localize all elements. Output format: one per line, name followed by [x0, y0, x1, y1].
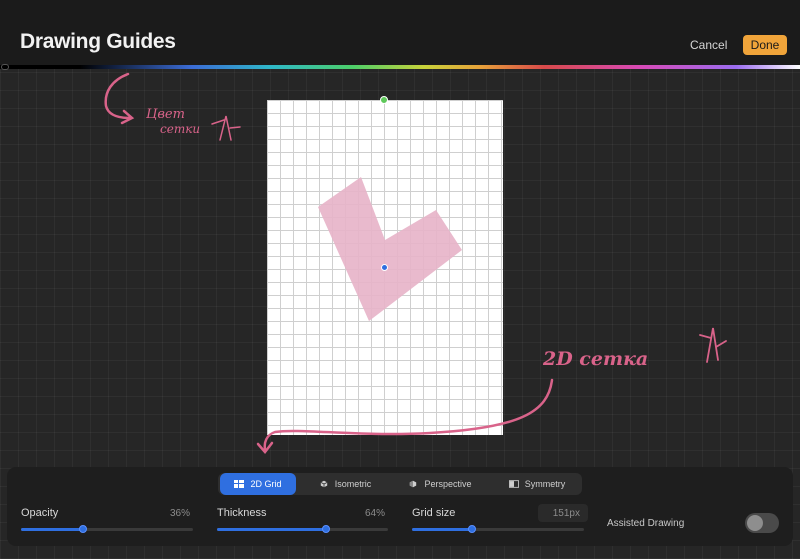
thickness-label: Thickness [217, 507, 267, 519]
tab-isometric[interactable]: Isometric [306, 473, 384, 495]
color-arrow [104, 72, 132, 120]
sparkle-icon [699, 327, 727, 363]
perspective-icon [410, 480, 417, 488]
rotation-handle[interactable] [380, 96, 388, 104]
tab-label: 2D Grid [250, 479, 282, 489]
grid-size-value: 151px [552, 508, 580, 519]
symmetry-icon [508, 480, 519, 488]
thickness-slider[interactable] [217, 525, 388, 533]
thickness-slider-knob[interactable] [322, 525, 330, 533]
assisted-drawing-label: Assisted Drawing [607, 518, 685, 529]
grid-size-slider-fill [412, 528, 472, 531]
sparkle-icon [211, 115, 232, 141]
tab-label: Symmetry [524, 479, 566, 489]
thickness-slider-fill [217, 528, 326, 531]
toggle-knob [747, 515, 763, 531]
thickness-value: 64% [364, 508, 385, 519]
cancel-button[interactable]: Cancel [690, 38, 727, 52]
grid-color-handle[interactable] [1, 64, 9, 70]
grid-note: 2D сетка [542, 348, 648, 370]
tab-label: Isometric [334, 479, 372, 489]
opacity-slider[interactable] [21, 525, 193, 533]
pink-shape [318, 177, 462, 321]
opacity-label: Opacity [21, 507, 59, 519]
opacity-slider-fill [21, 528, 83, 531]
tab-perspective[interactable]: Perspective [398, 473, 482, 495]
tab-symmetry[interactable]: Symmetry [496, 473, 578, 495]
center-handle[interactable] [381, 264, 388, 271]
grid-size-label: Grid size [412, 507, 456, 519]
color-note-line2: сетки [160, 122, 200, 136]
tab-label: Perspective [424, 479, 472, 489]
grid-size-slider-knob[interactable] [468, 525, 476, 533]
tab-2d-grid[interactable]: 2D Grid [220, 473, 296, 495]
isometric-icon [320, 480, 328, 488]
grid-color-slider[interactable] [0, 65, 800, 69]
page-title: Drawing Guides [20, 30, 176, 53]
opacity-value: 36% [169, 508, 190, 519]
assisted-drawing-toggle[interactable] [745, 513, 779, 533]
done-button[interactable]: Done [743, 35, 787, 55]
opacity-slider-knob[interactable] [79, 525, 87, 533]
grid-icon [234, 480, 245, 488]
grid-size-slider[interactable] [412, 525, 584, 533]
color-note-line1: Цвет [146, 107, 185, 122]
